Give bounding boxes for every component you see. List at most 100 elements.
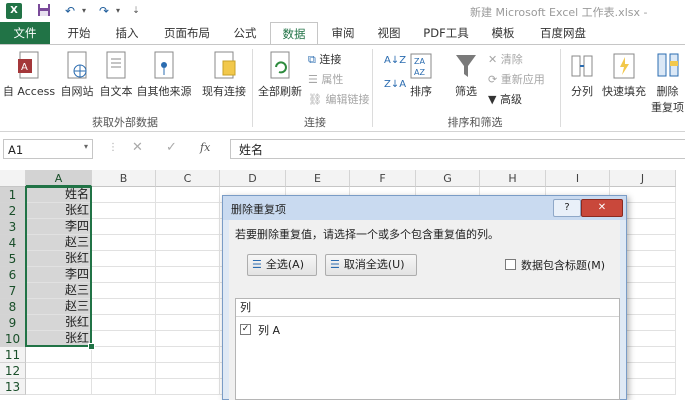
- cell-c10[interactable]: [156, 331, 220, 347]
- column-header-g[interactable]: G: [416, 170, 480, 187]
- row-header[interactable]: 1: [0, 187, 26, 203]
- tab-page-layout[interactable]: 页面布局: [156, 22, 218, 44]
- cell-b1[interactable]: [92, 187, 156, 203]
- column-header-e[interactable]: E: [286, 170, 350, 187]
- save-icon[interactable]: [36, 3, 52, 19]
- row-header[interactable]: 3: [0, 219, 26, 235]
- flash-fill-button[interactable]: 快速填充: [600, 51, 648, 99]
- cell-c5[interactable]: [156, 251, 220, 267]
- tab-review[interactable]: 审阅: [322, 22, 364, 44]
- cell-c11[interactable]: [156, 347, 220, 363]
- tab-view[interactable]: 视图: [368, 22, 410, 44]
- column-header-b[interactable]: B: [92, 170, 156, 187]
- tab-pdf-tools[interactable]: PDF工具: [416, 22, 476, 44]
- cell-b7[interactable]: [92, 283, 156, 299]
- undo-dropdown-icon[interactable]: ▾: [76, 3, 92, 19]
- row-header[interactable]: 13: [0, 379, 26, 395]
- sort-descending-icon[interactable]: Z↓A: [384, 79, 406, 90]
- from-web-button[interactable]: 自网站: [58, 51, 96, 99]
- row-header[interactable]: 11: [0, 347, 26, 363]
- cell-b9[interactable]: [92, 315, 156, 331]
- row-header[interactable]: 5: [0, 251, 26, 267]
- cell-b8[interactable]: [92, 299, 156, 315]
- row-header[interactable]: 9: [0, 315, 26, 331]
- customize-icon[interactable]: ⇣: [128, 3, 144, 19]
- cell-c8[interactable]: [156, 299, 220, 315]
- cell-c6[interactable]: [156, 267, 220, 283]
- cell-c9[interactable]: [156, 315, 220, 331]
- column-header-a[interactable]: A: [26, 170, 92, 187]
- fill-handle[interactable]: [88, 343, 95, 350]
- cell-c13[interactable]: [156, 379, 220, 395]
- dialog-title-bar[interactable]: 删除重复项 ? ✕: [223, 196, 626, 220]
- refresh-all-button[interactable]: 全部刷新: [254, 51, 306, 99]
- cell-b12[interactable]: [92, 363, 156, 379]
- row-header[interactable]: 10: [0, 331, 26, 347]
- column-a-label[interactable]: 列 A: [258, 322, 280, 338]
- name-box-dropdown-icon[interactable]: ▾: [84, 142, 88, 151]
- column-header-j[interactable]: J: [610, 170, 676, 187]
- redo-dropdown-icon[interactable]: ▾: [110, 3, 126, 19]
- cell-b11[interactable]: [92, 347, 156, 363]
- tab-formulas[interactable]: 公式: [224, 22, 266, 44]
- remove-duplicates-button[interactable]: 删除 重复项: [650, 51, 685, 115]
- reapply-button[interactable]: ⟳ 重新应用: [488, 71, 545, 87]
- from-access-button[interactable]: A 自 Access: [2, 51, 56, 99]
- cell-b5[interactable]: [92, 251, 156, 267]
- header-checkbox-label[interactable]: 数据包含标题(M): [521, 257, 605, 273]
- cell-b13[interactable]: [92, 379, 156, 395]
- tab-file[interactable]: 文件: [0, 22, 50, 44]
- cell-a12[interactable]: [26, 363, 92, 379]
- formula-input[interactable]: 姓名: [230, 139, 685, 159]
- connections-button[interactable]: ⧉ 连接: [308, 51, 341, 67]
- help-button[interactable]: ?: [553, 199, 581, 217]
- sort-ascending-icon[interactable]: A↓Z: [384, 55, 406, 66]
- cell-b2[interactable]: [92, 203, 156, 219]
- sort-button[interactable]: ZA AZ 排序: [404, 51, 438, 99]
- column-header-d[interactable]: D: [220, 170, 286, 187]
- select-all-corner[interactable]: [0, 170, 26, 187]
- select-all-button[interactable]: ☰ 全选(A): [247, 254, 317, 276]
- unselect-all-button[interactable]: ☰ 取消全选(U): [325, 254, 417, 276]
- tab-data[interactable]: 数据: [270, 22, 318, 45]
- column-header-c[interactable]: C: [156, 170, 220, 187]
- clear-button[interactable]: ✕ 清除: [488, 51, 523, 67]
- cell-c12[interactable]: [156, 363, 220, 379]
- enter-icon[interactable]: ✓: [166, 140, 177, 155]
- column-a-checkbox[interactable]: ✓: [240, 324, 251, 335]
- column-header-i[interactable]: I: [546, 170, 610, 187]
- filter-button[interactable]: 筛选: [446, 51, 486, 99]
- from-other-sources-button[interactable]: 自其他来源: [136, 51, 192, 99]
- from-text-button[interactable]: 自文本: [97, 51, 135, 99]
- close-button[interactable]: ✕: [581, 199, 623, 217]
- name-box[interactable]: A1: [3, 139, 93, 159]
- properties-button[interactable]: ☰ 属性: [308, 71, 343, 87]
- cell-a13[interactable]: [26, 379, 92, 395]
- row-header[interactable]: 2: [0, 203, 26, 219]
- row-header[interactable]: 7: [0, 283, 26, 299]
- header-checkbox[interactable]: [505, 259, 516, 270]
- text-to-columns-button[interactable]: 分列: [564, 51, 600, 99]
- column-header-h[interactable]: H: [480, 170, 546, 187]
- tab-insert[interactable]: 插入: [106, 22, 148, 44]
- column-header-f[interactable]: F: [350, 170, 416, 187]
- edit-links-button[interactable]: ⛓ 编辑链接: [308, 91, 369, 107]
- cell-b10[interactable]: [92, 331, 156, 347]
- row-header[interactable]: 12: [0, 363, 26, 379]
- cancel-icon[interactable]: ✕: [132, 140, 143, 155]
- cell-c2[interactable]: [156, 203, 220, 219]
- row-header[interactable]: 6: [0, 267, 26, 283]
- cell-b3[interactable]: [92, 219, 156, 235]
- row-header[interactable]: 4: [0, 235, 26, 251]
- cell-c1[interactable]: [156, 187, 220, 203]
- cell-b6[interactable]: [92, 267, 156, 283]
- advanced-button[interactable]: ▼ 高级: [488, 91, 522, 107]
- row-header[interactable]: 8: [0, 299, 26, 315]
- cell-c7[interactable]: [156, 283, 220, 299]
- cell-a11[interactable]: [26, 347, 92, 363]
- cell-c3[interactable]: [156, 219, 220, 235]
- tab-templates[interactable]: 模板: [482, 22, 524, 44]
- cell-c4[interactable]: [156, 235, 220, 251]
- insert-function-icon[interactable]: fx: [200, 141, 210, 154]
- tab-baidu-netdisk[interactable]: 百度网盘: [532, 22, 594, 44]
